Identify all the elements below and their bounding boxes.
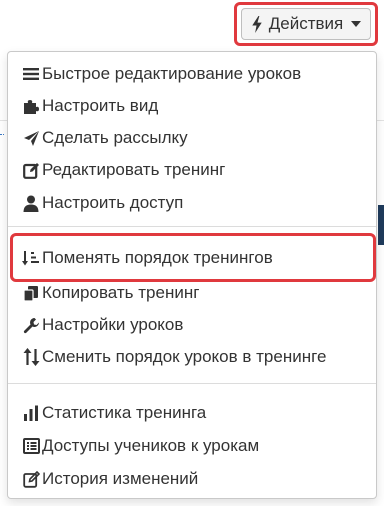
menu-item-label: Статистика тренинга <box>42 403 207 422</box>
caret-down-icon <box>351 21 362 27</box>
menu-item-label: Настроить доступ <box>42 193 184 212</box>
menu-item-copy-training[interactable]: Копировать тренинг <box>22 279 199 307</box>
user-icon <box>22 194 40 212</box>
menu-item-customize-view[interactable]: Настроить вид <box>22 92 158 120</box>
menu-item-lesson-settings[interactable]: Настройки уроков <box>22 311 183 339</box>
wrench-icon <box>22 316 40 334</box>
menu-item-edit-training[interactable]: Редактировать тренинг <box>22 156 225 184</box>
menu-divider <box>8 226 376 227</box>
copy-icon <box>22 284 40 302</box>
menu-item-label: Быстрое редактирование уроков <box>42 64 302 83</box>
menu-item-label: Доступы учеников к урокам <box>42 436 260 455</box>
sort-amount-icon <box>22 249 40 267</box>
menu-item-label: Сменить порядок уроков в тренинге <box>42 347 327 366</box>
sort-arrows-icon <box>22 348 40 366</box>
puzzle-icon <box>22 97 40 115</box>
actions-button-label: Действия <box>268 14 344 33</box>
menu-item-change-lesson-order[interactable]: Сменить порядок уроков в тренинге <box>22 343 326 371</box>
menu-item-send-mailing[interactable]: Сделать рассылку <box>22 124 188 152</box>
bar-chart-icon <box>22 404 40 422</box>
menu-item-label: Редактировать тренинг <box>42 160 226 179</box>
list-icon <box>22 65 40 83</box>
menu-item-change-history[interactable]: История изменений <box>22 465 198 493</box>
menu-item-training-statistics[interactable]: Статистика тренинга <box>22 399 206 427</box>
page: Действия Быстрое редактирование уроков Н… <box>0 0 384 506</box>
menu-item-student-lesson-access[interactable]: Доступы учеников к урокам <box>22 432 259 460</box>
menu-item-label: Сделать рассылку <box>42 128 188 147</box>
background-link-fragment <box>0 130 4 135</box>
menu-item-label: Копировать тренинг <box>42 283 200 302</box>
history-edit-icon <box>22 470 40 488</box>
menu-item-change-training-order[interactable]: Поменять порядок тренингов <box>22 244 273 272</box>
menu-item-label: История изменений <box>42 469 199 488</box>
menu-item-quick-edit-lessons[interactable]: Быстрое редактирование уроков <box>22 60 301 88</box>
actions-dropdown-button[interactable]: Действия <box>241 8 371 40</box>
background-dark-block <box>378 205 384 245</box>
menu-item-label: Настроить вид <box>42 96 159 115</box>
paper-plane-icon <box>22 129 40 147</box>
bolt-icon <box>252 15 262 33</box>
menu-item-label: Поменять порядок тренингов <box>42 248 273 267</box>
list-alt-icon <box>22 437 40 455</box>
menu-item-label: Настройки уроков <box>42 315 184 334</box>
menu-divider <box>8 383 376 384</box>
edit-icon <box>22 161 40 179</box>
menu-item-configure-access[interactable]: Настроить доступ <box>22 189 183 217</box>
